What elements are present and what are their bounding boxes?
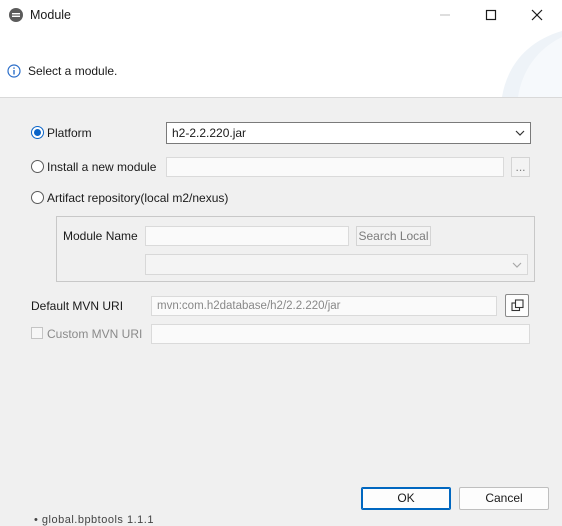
chevron-down-icon [515,130,525,136]
install-module-radio[interactable] [31,160,44,173]
maximize-icon [485,9,497,21]
custom-mvn-uri-label: Custom MVN URI [47,327,143,341]
platform-select[interactable]: h2-2.2.220.jar [166,122,531,144]
ok-button[interactable]: OK [361,487,451,510]
copy-uri-button[interactable] [505,294,529,317]
copy-icon [511,299,524,312]
install-module-label: Install a new module [47,160,157,174]
banner-message: Select a module. [28,64,118,78]
search-local-button[interactable]: Search Local [356,226,431,246]
default-mvn-uri-label: Default MVN URI [31,299,124,313]
artifact-repository-label: Artifact repository(local m2/nexus) [47,191,229,205]
message-banner: Select a module. [0,31,562,98]
module-name-label: Module Name [63,229,138,243]
version-select[interactable] [145,254,528,275]
platform-select-value: h2-2.2.220.jar [172,126,247,140]
default-mvn-uri-field[interactable]: mvn:com.h2database/h2/2.2.220/jar [151,296,497,316]
custom-mvn-uri-checkbox[interactable] [31,327,43,339]
module-name-field[interactable] [145,226,349,246]
maximize-button[interactable] [469,0,515,31]
eclipse-icon [9,8,23,22]
platform-radio[interactable] [31,126,44,139]
info-icon [7,64,21,78]
platform-label: Platform [47,126,92,140]
close-button[interactable] [515,0,561,31]
window-title: Module [30,8,71,22]
cancel-button[interactable]: Cancel [459,487,549,510]
banner-decoration [502,31,562,97]
install-module-path-field[interactable] [166,157,504,177]
artifact-repository-radio[interactable] [31,191,44,204]
background-window-text: • global.bpbtools 1.1.1 [34,514,154,526]
custom-mvn-uri-field[interactable] [151,324,530,344]
close-icon [531,9,543,21]
minimize-button[interactable] [423,0,469,31]
chevron-down-icon [512,262,522,268]
browse-button[interactable]: ... [511,157,530,177]
minimize-icon [440,14,450,16]
title-bar: Module [0,0,562,32]
